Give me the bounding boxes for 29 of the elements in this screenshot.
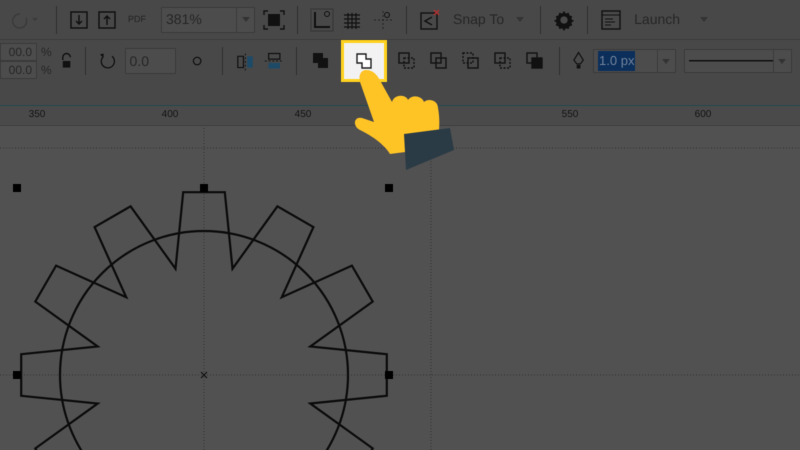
- rotate-icon: [98, 51, 117, 71]
- full-screen-icon[interactable]: [263, 10, 285, 30]
- solid-line-icon: [688, 60, 773, 62]
- shaping-icon: [428, 51, 449, 71]
- settings-icon[interactable]: [553, 8, 576, 30]
- export-icon[interactable]: [97, 10, 117, 30]
- line-style-combo[interactable]: [684, 49, 792, 73]
- shaping-icon: [524, 51, 545, 71]
- shaping-icon: [460, 51, 481, 71]
- launch-icon[interactable]: [600, 8, 622, 30]
- outline-width-combo[interactable]: 1.0 px: [593, 49, 676, 73]
- pointing-hand-icon: [354, 70, 454, 170]
- pen-nib-icon: [572, 51, 586, 71]
- guidelines-icon[interactable]: [372, 8, 394, 30]
- snap-off-icon[interactable]: [419, 8, 441, 30]
- shaping-icon: [310, 51, 331, 71]
- dropdown-arrow-icon: [778, 58, 786, 64]
- rulers-icon[interactable]: [310, 8, 334, 32]
- shaping-icon: [354, 51, 374, 71]
- import-icon[interactable]: [69, 10, 89, 30]
- shaping-icon: [396, 51, 417, 71]
- center-mark-icon: [200, 371, 208, 379]
- percent-label: %: [41, 44, 52, 61]
- dropdown-arrow-icon: [662, 58, 670, 64]
- shaping-icon: [492, 51, 513, 71]
- percent-label: %: [41, 62, 52, 79]
- trim-button[interactable]: [340, 40, 387, 82]
- outline-width-value: 1.0 px: [598, 51, 636, 71]
- lock-icon[interactable]: [60, 52, 73, 70]
